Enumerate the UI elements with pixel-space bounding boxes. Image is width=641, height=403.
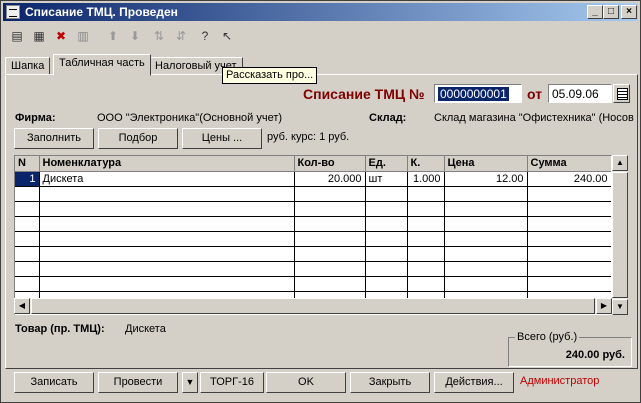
firm-value: ООО "Электроника"(Основной учет): [97, 112, 283, 124]
tab-strip: Шапка Табличная часть Налоговый учет: [5, 53, 638, 76]
column-header-qty[interactable]: Кол-во: [294, 156, 366, 172]
copy-row-icon[interactable]: ▦: [29, 26, 49, 46]
current-item-label: Товар (пр. ТМЦ):: [15, 323, 105, 335]
column-header-item[interactable]: Номенклатура: [39, 156, 295, 172]
document-window: Списание ТМЦ. Проведен _ □ × ▤ ▦ ✖ ▥ ⬆ ⬇…: [0, 0, 641, 403]
print-dropdown-button[interactable]: ▼: [182, 372, 198, 393]
tab-table-part[interactable]: Табличная часть: [53, 54, 151, 76]
save-button[interactable]: Записать: [14, 372, 94, 393]
cell-unit[interactable]: шт: [365, 171, 408, 187]
table-header-row: N Номенклатура Кол-во Ед. К. Цена Сумма: [15, 156, 611, 172]
column-header-coef[interactable]: К.: [407, 156, 445, 172]
move-up-icon[interactable]: ⬆: [103, 26, 123, 46]
ok-button[interactable]: OK: [266, 372, 346, 393]
table-toolbar: ▤ ▦ ✖ ▥ ⬆ ⬇ ⇅ ⇵ ? ↖: [5, 25, 245, 47]
sort-asc-icon[interactable]: ⇅: [149, 26, 169, 46]
minimize-button[interactable]: _: [587, 5, 603, 19]
warehouse-value: Склад магазина "Офистехника" (Носов: [434, 112, 634, 124]
calendar-icon[interactable]: [613, 84, 630, 103]
window-title: Списание ТМЦ. Проведен: [25, 5, 178, 19]
column-header-n[interactable]: N: [15, 156, 40, 172]
post-button[interactable]: Провести: [98, 372, 178, 393]
empty-row[interactable]: [15, 186, 611, 202]
edit-row-icon[interactable]: ▥: [73, 26, 93, 46]
empty-row[interactable]: [15, 231, 611, 247]
prices-button[interactable]: Цены ...: [182, 128, 262, 149]
date-field[interactable]: 05.09.06: [548, 84, 612, 103]
document-icon: [6, 5, 20, 19]
scroll-up-icon[interactable]: ▲: [612, 155, 628, 171]
column-header-sum[interactable]: Сумма: [527, 156, 611, 172]
cell-sum[interactable]: 240.00: [527, 171, 611, 187]
horizontal-scrollbar[interactable]: ◀ ▶: [14, 298, 612, 314]
empty-row[interactable]: [15, 246, 611, 262]
vertical-scrollbar[interactable]: ▲ ▼: [612, 155, 628, 315]
context-help-icon[interactable]: ↖: [217, 26, 237, 46]
firm-label: Фирма:: [15, 112, 56, 124]
sort-desc-icon[interactable]: ⇵: [171, 26, 191, 46]
empty-row[interactable]: [15, 261, 611, 277]
items-table[interactable]: N Номенклатура Кол-во Ед. К. Цена Сумма …: [14, 155, 612, 315]
select-button[interactable]: Подбор: [98, 128, 178, 149]
total-label: Всего (руб.): [515, 331, 580, 343]
empty-row[interactable]: [15, 216, 611, 232]
help-icon[interactable]: ?: [195, 26, 215, 46]
close-window-button[interactable]: ×: [621, 5, 637, 19]
title-bar: Списание ТМЦ. Проведен _ □ ×: [3, 3, 638, 21]
cell-item[interactable]: Дискета: [39, 171, 295, 187]
cell-qty[interactable]: 20.000: [294, 171, 366, 187]
total-box: Всего (руб.) 240.00 руб.: [508, 331, 632, 367]
document-number-field[interactable]: 0000000001: [434, 84, 522, 103]
fill-button[interactable]: Заполнить: [14, 128, 94, 149]
table-row[interactable]: 1 Дискета 20.000 шт 1.000 12.00 240.00: [15, 171, 611, 187]
horizontal-scroll-thumb[interactable]: [31, 298, 595, 314]
currency-rate-label: руб. курс: 1 руб.: [267, 131, 350, 143]
scroll-down-icon[interactable]: ▼: [612, 299, 628, 315]
move-down-icon[interactable]: ⬇: [125, 26, 145, 46]
document-title-label: Списание ТМЦ №: [303, 86, 425, 102]
current-user-label: Администратор: [520, 375, 600, 387]
empty-row[interactable]: [15, 276, 611, 292]
torg16-button[interactable]: ТОРГ-16: [200, 372, 264, 393]
vertical-scroll-thumb[interactable]: [612, 172, 628, 298]
scroll-right-icon[interactable]: ▶: [596, 298, 612, 314]
cell-coef[interactable]: 1.000: [407, 171, 445, 187]
new-row-icon[interactable]: ▤: [7, 26, 27, 46]
current-item-value: Дискета: [125, 323, 166, 335]
empty-row[interactable]: [15, 201, 611, 217]
maximize-button[interactable]: □: [603, 5, 619, 19]
close-button[interactable]: Закрыть: [350, 372, 430, 393]
date-label: от: [527, 86, 543, 102]
delete-row-icon[interactable]: ✖: [51, 26, 71, 46]
column-header-price[interactable]: Цена: [444, 156, 528, 172]
tooltip: Рассказать про...: [222, 67, 318, 84]
column-header-unit[interactable]: Ед.: [365, 156, 408, 172]
total-value: 240.00 руб.: [565, 349, 625, 361]
scroll-left-icon[interactable]: ◀: [14, 298, 30, 314]
warehouse-label: Склад:: [369, 112, 407, 124]
cell-n[interactable]: 1: [15, 171, 40, 187]
cell-price[interactable]: 12.00: [444, 171, 528, 187]
actions-button[interactable]: Действия...: [434, 372, 514, 393]
tab-header[interactable]: Шапка: [5, 57, 51, 75]
